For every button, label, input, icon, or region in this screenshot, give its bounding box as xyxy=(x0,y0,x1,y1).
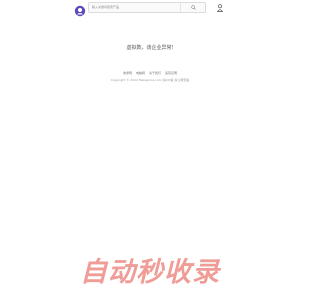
search-icon xyxy=(190,5,196,10)
search-box xyxy=(88,2,206,13)
footer-link-diannao[interactable]: 电脑网 xyxy=(136,71,145,75)
footer-links: 收录网 电脑网 关于我们 运营证明 xyxy=(0,71,300,75)
page: 虚拟数，该企业异常! 收录网 电脑网 关于我们 运营证明 Copyright ©… xyxy=(0,0,300,300)
user-icon xyxy=(216,3,223,12)
search-input[interactable] xyxy=(89,3,184,12)
footer-link-operation[interactable]: 运营证明 xyxy=(165,71,177,75)
copyright-text: Copyright © 2022 Makeprice.com 渝ICP备 渝公网… xyxy=(110,78,190,82)
status-notice: 虚拟数，该企业异常! xyxy=(126,45,174,51)
auto-index-banner: 自动秒收录 xyxy=(80,257,220,288)
user-button[interactable] xyxy=(214,2,225,13)
logo-icon xyxy=(74,5,86,17)
footer-link-about[interactable]: 关于我们 xyxy=(149,71,161,75)
search-button[interactable] xyxy=(180,3,205,12)
site-logo[interactable] xyxy=(74,2,86,17)
footer-link-shoulu[interactable]: 收录网 xyxy=(123,71,132,75)
